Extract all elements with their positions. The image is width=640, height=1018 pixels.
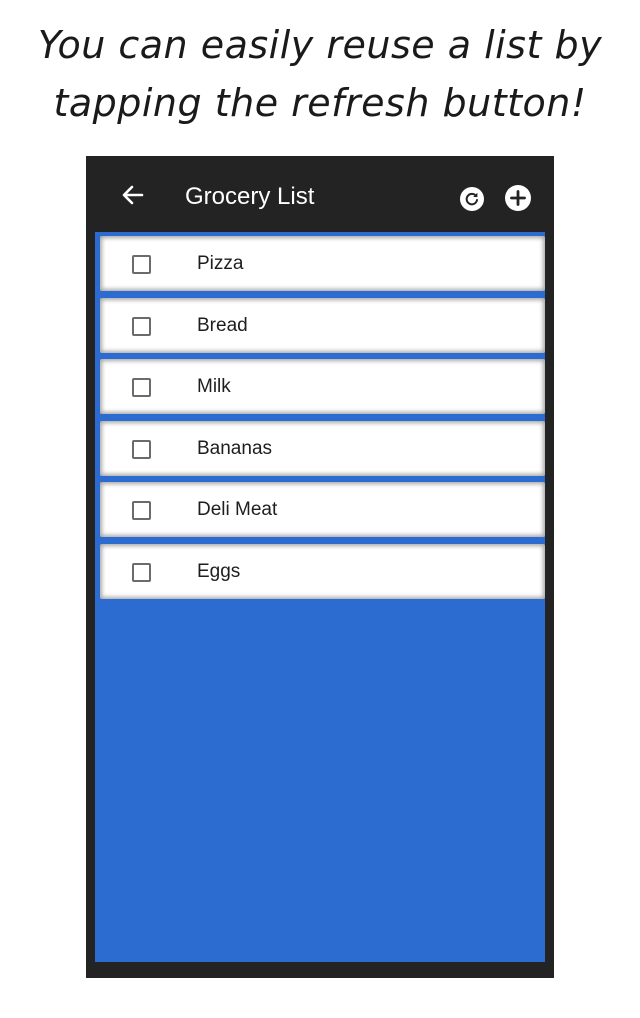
list-item[interactable]: Deli Meat xyxy=(100,482,545,537)
arrow-left-icon xyxy=(122,185,144,205)
list-item[interactable]: Bananas xyxy=(100,420,545,476)
refresh-icon xyxy=(460,187,484,211)
caption-line-2: tapping the refresh button! xyxy=(53,81,587,125)
back-button[interactable] xyxy=(120,182,146,208)
checkbox[interactable] xyxy=(132,562,151,582)
list-item[interactable]: Milk xyxy=(100,359,545,414)
refresh-button[interactable] xyxy=(459,186,485,212)
checkbox[interactable] xyxy=(132,501,151,520)
add-icon xyxy=(505,185,531,211)
checkbox[interactable] xyxy=(132,378,151,397)
item-label: Deli Meat xyxy=(197,499,278,520)
grocery-list: Pizza Bread Milk Bananas Deli Meat Eggs xyxy=(95,236,545,605)
checkbox[interactable] xyxy=(132,439,151,459)
caption-line-1: You can easily reuse a list by xyxy=(37,23,603,67)
caption: You can easily reuse a list by tapping t… xyxy=(0,16,640,132)
item-label: Milk xyxy=(197,376,231,397)
list-item[interactable]: Eggs xyxy=(100,543,545,599)
phone-screen: Grocery List Pizza Bread Milk Bananas De… xyxy=(86,156,554,978)
page-title: Grocery List xyxy=(185,183,315,210)
checkbox[interactable] xyxy=(132,316,151,336)
app-bar: Grocery List xyxy=(86,156,554,232)
list-item[interactable]: Pizza xyxy=(100,236,545,291)
list-item[interactable]: Bread xyxy=(100,297,545,353)
checkbox[interactable] xyxy=(132,255,151,274)
list-container: Pizza Bread Milk Bananas Deli Meat Eggs xyxy=(95,232,545,962)
add-button[interactable] xyxy=(504,184,532,212)
item-label: Pizza xyxy=(197,253,244,274)
item-label: Bananas xyxy=(197,437,273,459)
item-label: Eggs xyxy=(197,560,241,582)
item-label: Bread xyxy=(197,314,248,336)
